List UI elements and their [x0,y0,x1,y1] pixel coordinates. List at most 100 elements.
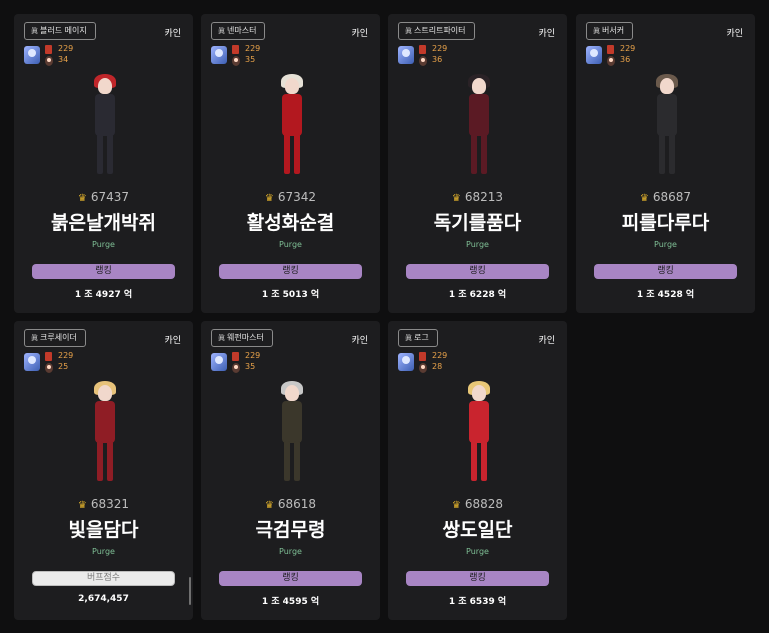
sprite-head [285,78,299,94]
sprite-leg [471,134,477,174]
character-sprite [428,379,528,489]
level-value: 229 [245,44,261,53]
fame-value: 36 [432,55,443,64]
fame-value: 34 [58,55,69,64]
damage-value: 1 조 6228 억 [448,290,507,300]
job-mark-icon: 眞 [405,334,412,342]
fame-icon [232,363,240,373]
ranking-button[interactable]: 랭킹 [594,264,737,279]
adventure-avatar-icon [398,46,414,64]
job-name: 웨펀마스터 [227,333,264,342]
adventure-avatar-icon [211,46,227,64]
job-badge: 眞 크루세이더 [24,329,86,347]
level-icon [45,45,52,54]
character-card[interactable]: 眞 블러드 메이지 카인 229 34 ♛ 67437 붉은날개박쥐 Purge 랭… [14,14,193,313]
guild-name: Purge [92,240,115,249]
character-name: 쌍도일단 [442,519,513,541]
fame-score: ♛ 68618 [201,497,380,511]
job-badge: 眞 블러드 메이지 [24,22,96,40]
ranking-button[interactable]: 랭킹 [406,264,549,279]
fame-score-value: 68687 [652,190,692,204]
fame-value: 25 [58,362,69,371]
fame-value: 35 [245,55,256,64]
ranking-button[interactable]: 랭킹 [219,264,362,279]
character-sprite [616,72,716,182]
character-name: 피를다루다 [621,212,710,234]
level-icon [232,45,239,54]
damage-value: 1 조 6539 억 [448,597,507,607]
sprite-head [98,385,112,401]
level-value: 229 [620,44,636,53]
crown-icon: ♛ [264,500,274,511]
crown-icon: ♛ [264,193,274,204]
character-sprite [241,379,341,489]
sprite-body [95,401,115,443]
damage-value: 1 조 4927 억 [74,290,133,300]
character-card[interactable]: 眞 넨마스터 카인 229 35 ♛ 67342 활성화순결 Purge 랭킹 1 … [201,14,380,313]
server-name: 카인 [351,336,368,346]
character-card[interactable]: 眞 버서커 카인 229 36 ♛ 68687 피를다루다 Purge 랭킹 1 조… [576,14,755,313]
level-value: 229 [432,351,448,360]
adventure-avatar-icon [398,353,414,371]
character-name: 붉은날개박쥐 [51,212,156,234]
job-mark-icon: 眞 [218,334,225,342]
job-name: 로그 [414,333,429,342]
sprite-leg [97,441,103,481]
crown-icon: ♛ [451,193,461,204]
fame-icon [45,56,53,66]
character-sprite [241,72,341,182]
job-badge: 眞 스트리트파이터 [398,22,475,40]
server-name: 카인 [164,336,181,346]
sprite-body [469,401,489,443]
damage-value: 1 조 4595 억 [261,597,320,607]
level-icon [232,352,239,361]
crown-icon: ♛ [639,193,649,204]
sprite-leg [97,134,103,174]
sprite-leg [471,441,477,481]
level-icon [419,352,426,361]
fame-score: ♛ 67437 [14,190,193,204]
sprite-body [469,94,489,136]
fame-icon [232,56,240,66]
level-value: 229 [245,351,261,360]
scrollbar[interactable] [189,577,191,605]
job-mark-icon: 眞 [31,334,38,342]
damage-value: 1 조 5013 억 [261,290,320,300]
character-sprite [54,379,154,489]
fame-score-value: 68213 [464,190,504,204]
sprite-leg [107,441,113,481]
character-card[interactable]: 眞 스트리트파이터 카인 229 36 ♛ 68213 독기를품다 Purge 랭킹… [388,14,567,313]
ranking-button[interactable]: 랭킹 [219,571,362,586]
fame-icon [607,56,615,66]
damage-value: 1 조 4528 억 [636,290,695,300]
server-name: 카인 [164,29,181,39]
ranking-button[interactable]: 랭킹 [32,264,175,279]
server-name: 카인 [538,336,555,346]
sprite-body [657,94,677,136]
crown-icon: ♛ [77,193,87,204]
fame-score: ♛ 68321 [14,497,193,511]
character-card[interactable]: 眞 크루세이더 카인 229 25 ♛ 68321 빛을담다 Purge 버프점수 … [14,321,193,620]
ranking-button[interactable]: 랭킹 [406,571,549,586]
job-badge: 眞 웨펀마스터 [211,329,273,347]
fame-icon [45,363,53,373]
buff-score-button[interactable]: 버프점수 [32,571,175,586]
guild-name: Purge [654,240,677,249]
job-mark-icon: 眞 [593,27,600,35]
job-mark-icon: 眞 [405,27,412,35]
server-name: 카인 [538,29,555,39]
character-card[interactable]: 眞 웨펀마스터 카인 229 35 ♛ 68618 극검무령 Purge 랭킹 1 … [201,321,380,620]
fame-icon [419,56,427,66]
buff-score-value: 2,674,457 [78,594,129,604]
job-mark-icon: 眞 [218,27,225,35]
job-badge: 眞 로그 [398,329,438,347]
job-badge: 眞 버서커 [586,22,634,40]
fame-icon [419,363,427,373]
job-name: 버서커 [602,26,625,35]
sprite-head [98,78,112,94]
character-card[interactable]: 眞 로그 카인 229 28 ♛ 68828 쌍도일단 Purge 랭킹 1 조 6… [388,321,567,620]
level-value: 229 [58,351,74,360]
sprite-head [472,385,486,401]
adventure-avatar-icon [24,46,40,64]
sprite-leg [284,134,290,174]
